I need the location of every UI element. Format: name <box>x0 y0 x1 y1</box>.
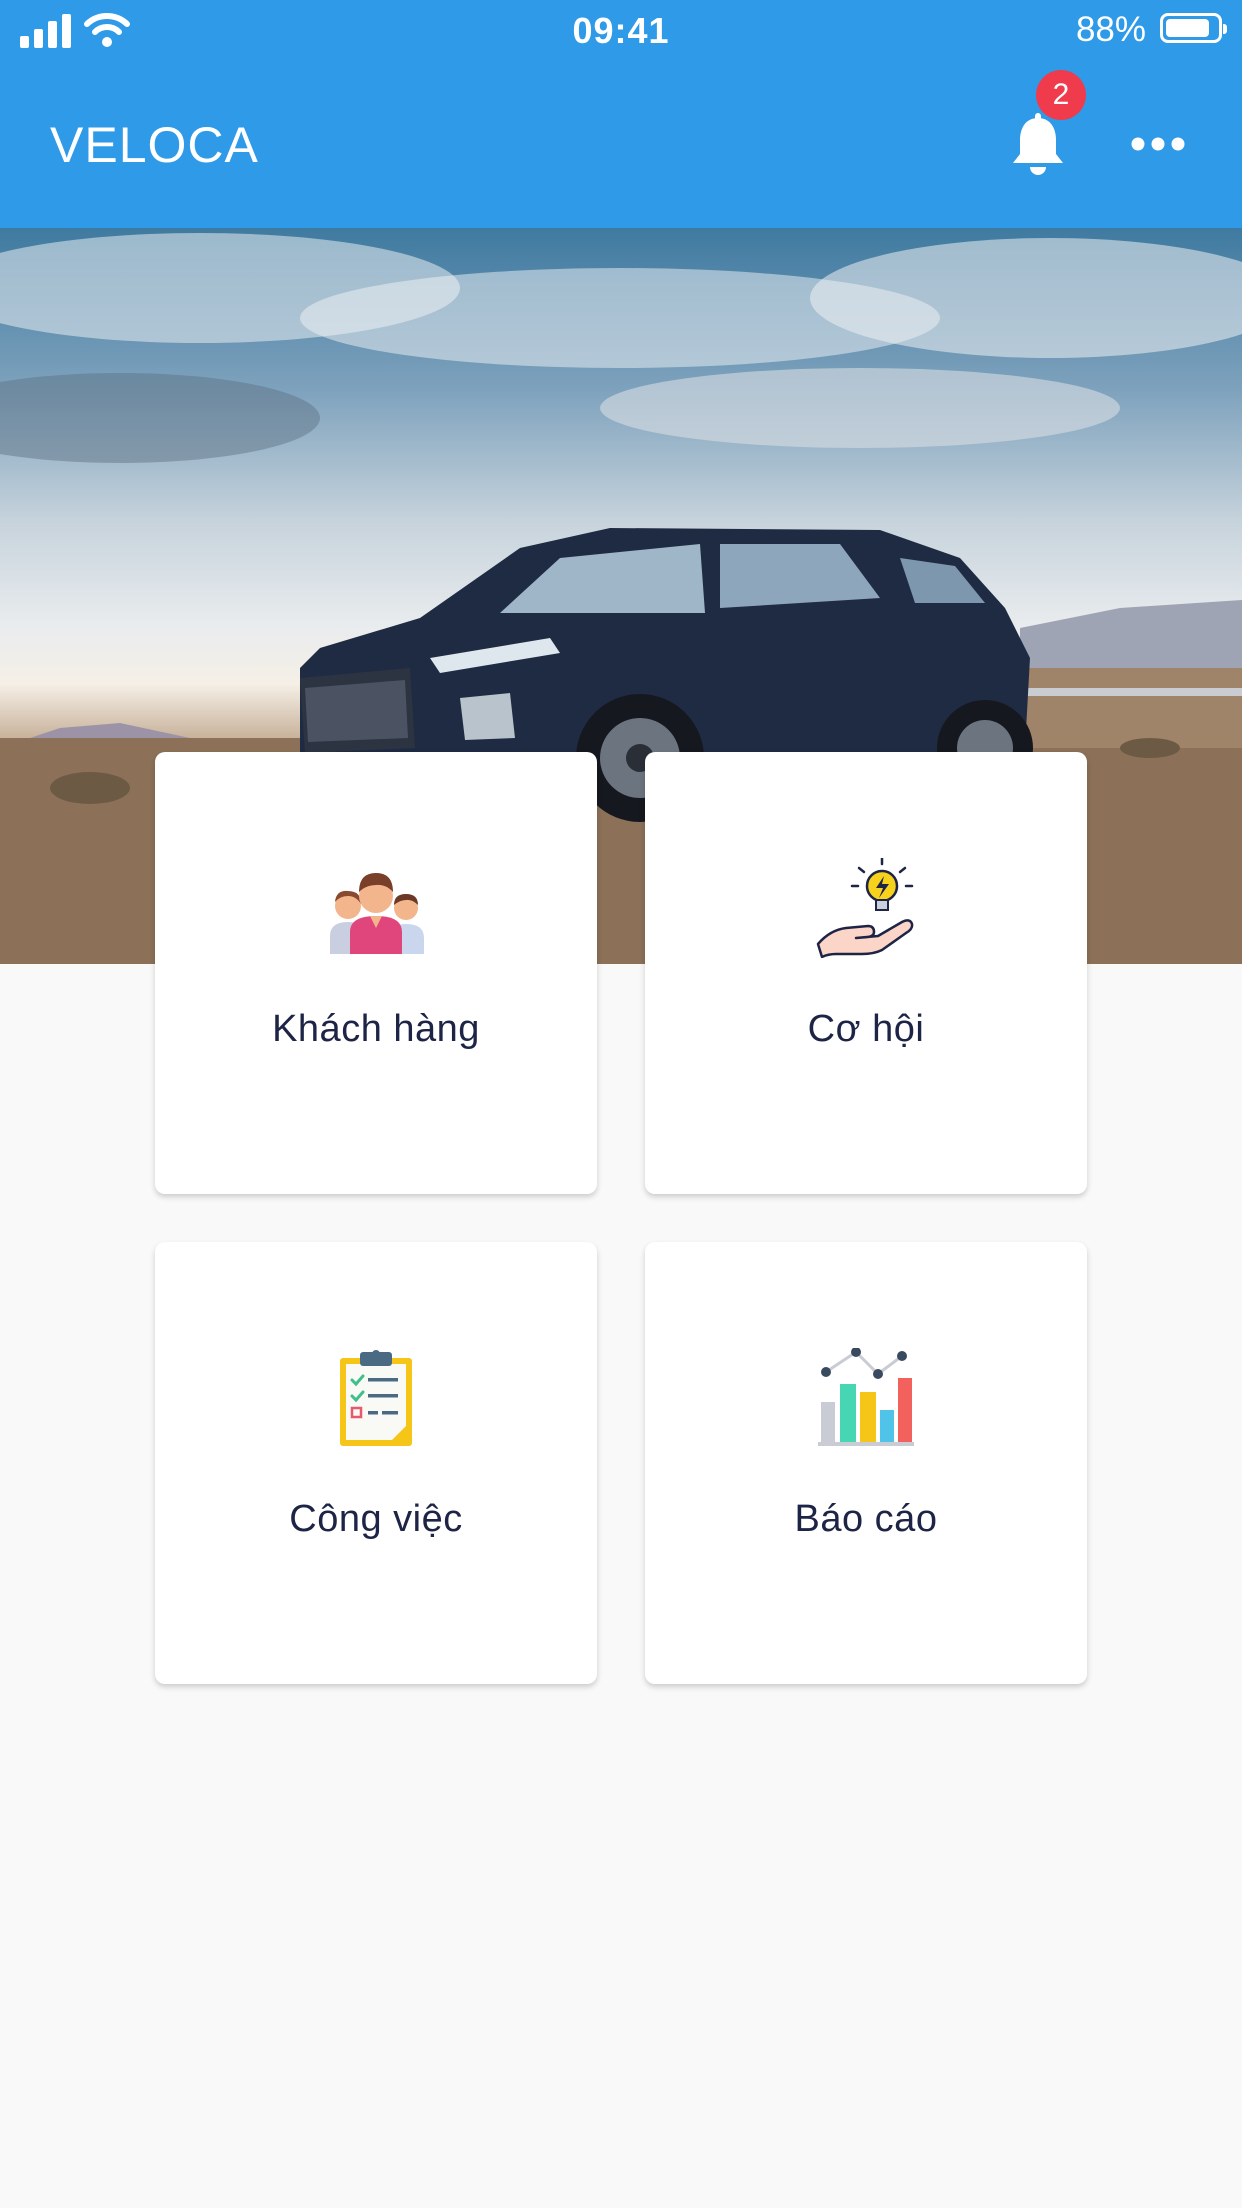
customers-icon <box>330 873 424 954</box>
battery-level <box>1166 19 1210 37</box>
status-bar: 09:41 88% <box>0 0 1242 62</box>
reports-card[interactable]: Báo cáo <box>645 1242 1087 1684</box>
reports-label: Báo cáo <box>794 1498 938 1540</box>
notification-badge: 2 <box>1036 70 1086 120</box>
tasks-label: Công việc <box>289 1498 463 1540</box>
opportunity-icon <box>816 858 914 958</box>
status-time: 09:41 <box>572 10 670 51</box>
app-header: 09:41 88% VELOCA 2 <box>0 0 1242 228</box>
app-title: VELOCA <box>50 117 259 173</box>
tasks-card[interactable]: Công việc <box>155 1242 597 1684</box>
opportunities-card[interactable]: Cơ hội <box>645 752 1087 1194</box>
more-options-icon[interactable] <box>1130 126 1186 162</box>
battery-icon <box>1160 13 1227 43</box>
task-clipboard-icon <box>340 1350 412 1446</box>
customers-label: Khách hàng <box>272 1008 480 1050</box>
battery-percent: 88% <box>1075 10 1146 49</box>
report-chart-icon <box>818 1348 914 1446</box>
opportunities-label: Cơ hội <box>807 1008 925 1050</box>
customers-card[interactable]: Khách hàng <box>155 752 597 1194</box>
notification-bell-icon[interactable] <box>1010 112 1066 178</box>
